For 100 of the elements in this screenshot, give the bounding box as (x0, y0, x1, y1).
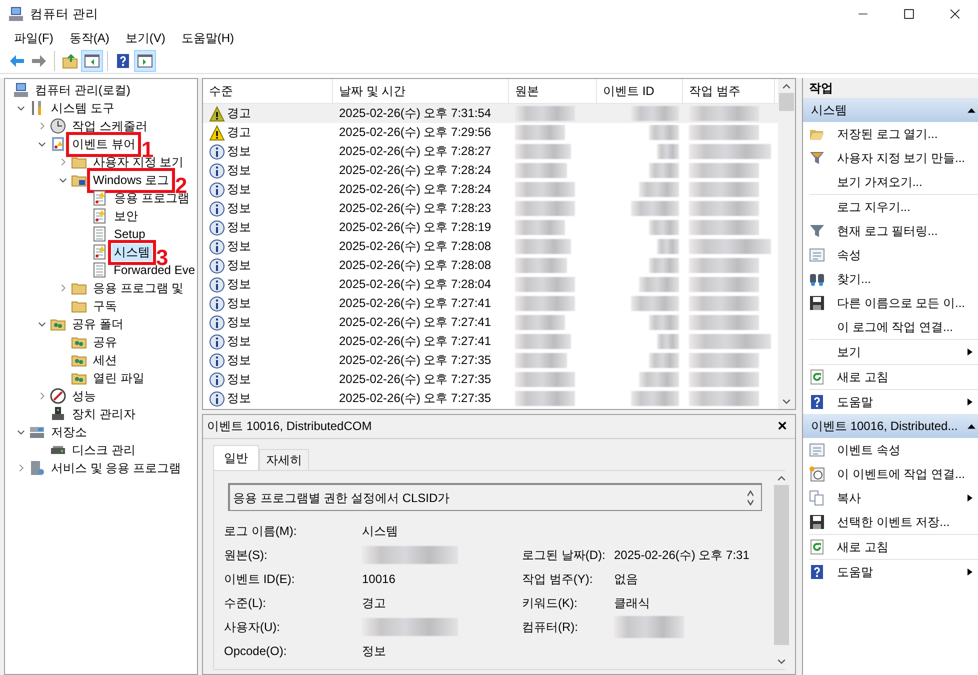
action-item[interactable]: 새로 고침 (803, 535, 978, 559)
field-label: 로그 이름(M): (224, 524, 297, 538)
tree-item[interactable]: 작업 스케줄러 (70, 118, 150, 134)
action-item[interactable]: 속성 (803, 243, 978, 267)
blurred-text (639, 277, 679, 292)
tree-item[interactable]: 공유 폴더 (70, 316, 126, 332)
action-item[interactable]: 이 이벤트에 작업 연결... (803, 462, 978, 486)
menu-item[interactable]: 파일(F) (8, 30, 60, 46)
refresh-icon (809, 369, 825, 385)
menu-item[interactable]: 동작(A) (63, 30, 116, 46)
binoculars-icon (809, 271, 825, 287)
table-cell: 정보 (227, 144, 251, 159)
column-header[interactable]: 작업 범주 (683, 79, 775, 103)
action-item[interactable]: 현재 로그 필터링... (803, 219, 978, 243)
table-cell: 정보 (227, 220, 251, 235)
action-item[interactable]: 찾기... (803, 267, 978, 291)
tree-item[interactable]: 서비스 및 응용 프로그램 (49, 460, 184, 476)
scroll-thumb[interactable] (774, 485, 789, 646)
field-label: 원본(S): (224, 548, 268, 562)
tree-item[interactable]: 공유 (91, 334, 119, 350)
description-text: 응용 프로그램별 권한 설정에서 CLSID가 (233, 490, 450, 506)
event-row[interactable]: 정보 2025-02-26(수) 오후 7:28:27 (203, 142, 778, 161)
event-row[interactable]: 정보 2025-02-26(수) 오후 7:28:08 (203, 237, 778, 256)
details-title: 이벤트 10016, DistributedCOM (207, 419, 372, 434)
tree-item[interactable]: 저장소 (49, 424, 89, 440)
tree-item[interactable]: 시스템 (112, 244, 152, 260)
help-icon (809, 564, 825, 580)
log-icon (92, 190, 108, 206)
tree-item[interactable]: 응용 프로그램 및 (91, 280, 186, 296)
spin-arrows-icon (746, 488, 755, 507)
tree-item[interactable]: 성능 (70, 388, 98, 404)
info-icon (209, 258, 225, 274)
event-row[interactable]: 정보 2025-02-26(수) 오후 7:27:41 (203, 294, 778, 313)
event-row[interactable]: 정보 2025-02-26(수) 오후 7:27:41 (203, 332, 778, 351)
section-header[interactable]: 시스템 (803, 98, 978, 122)
event-row[interactable]: 경고 2025-02-26(수) 오후 7:29:56 (203, 123, 778, 142)
action-item[interactable]: 보기 (803, 340, 978, 364)
tree-item[interactable]: 컴퓨터 관리(로컬) (33, 82, 132, 98)
event-row[interactable]: 정보 2025-02-26(수) 오후 7:28:23 (203, 199, 778, 218)
field-label: 컴퓨터(R): (522, 620, 578, 634)
funnel-icon (809, 150, 825, 166)
action-item[interactable]: 보기 가져오기... (803, 170, 978, 194)
blurred-text (515, 182, 575, 197)
event-row[interactable]: 정보 2025-02-26(수) 오후 7:28:04 (203, 275, 778, 294)
tree-item[interactable]: 세션 (91, 352, 119, 368)
column-header[interactable]: 날짜 및 시간 (333, 79, 509, 103)
toolbar-button[interactable] (134, 50, 156, 72)
field-label: 수준(L): (224, 596, 266, 610)
blurred-text (689, 277, 759, 292)
scroll-up-icon (777, 474, 786, 484)
menu-item[interactable]: 보기(V) (119, 30, 172, 46)
event-row[interactable]: 정보 2025-02-26(수) 오후 7:27:35 (203, 389, 778, 408)
action-item[interactable]: 이벤트 속성 (803, 438, 978, 462)
action-item[interactable]: 새로 고침 (803, 365, 978, 389)
action-item[interactable]: 도움말 (803, 560, 978, 584)
action-item[interactable]: 사용자 지정 보기 만들... (803, 146, 978, 170)
event-row[interactable]: 정보 2025-02-26(수) 오후 7:28:24 (203, 161, 778, 180)
action-item[interactable]: 다른 이름으로 모든 이... (803, 291, 978, 315)
description-box[interactable]: 응용 프로그램별 권한 설정에서 CLSID가 (228, 483, 762, 512)
column-header[interactable]: 원본 (509, 79, 597, 103)
tree-item[interactable]: 보안 (112, 208, 140, 224)
action-item[interactable]: 이 로그에 작업 연결... (803, 315, 978, 339)
tab[interactable]: 일반 (213, 445, 259, 472)
tree-item[interactable]: 장치 관리자 (70, 406, 138, 422)
event-row[interactable]: 정보 2025-02-26(수) 오후 7:27:35 (203, 351, 778, 370)
toolbar-button[interactable] (81, 50, 103, 72)
action-item[interactable]: 로그 지우기... (803, 195, 978, 219)
tree-item[interactable]: 디스크 관리 (70, 442, 138, 458)
event-row[interactable]: 정보 2025-02-26(수) 오후 7:28:19 (203, 218, 778, 237)
blurred-text (515, 391, 575, 406)
event-row[interactable]: 정보 2025-02-26(수) 오후 7:27:35 (203, 370, 778, 389)
blurred-text (649, 315, 679, 330)
info-icon (209, 276, 225, 292)
help-icon (809, 394, 825, 410)
tree-item[interactable]: 구독 (91, 298, 119, 314)
event-row[interactable]: 정보 2025-02-26(수) 오후 7:28:08 (203, 256, 778, 275)
close-button[interactable]: × (778, 416, 787, 436)
field-value: 없음 (614, 572, 638, 586)
event-row[interactable]: 경고 2025-02-26(수) 오후 7:31:54 (203, 104, 778, 123)
blurred-text (689, 296, 759, 311)
section-header[interactable]: 이벤트 10016, Distributed... (803, 414, 978, 438)
action-item[interactable]: 도움말 (803, 390, 978, 414)
tree-item[interactable]: 시스템 도구 (49, 100, 116, 116)
blurred-text (515, 372, 575, 387)
tree-item[interactable]: 열린 파일 (91, 370, 146, 386)
tab[interactable]: 자세히 (259, 449, 309, 470)
menu-item[interactable]: 도움말(H) (175, 30, 240, 46)
event-row[interactable]: 정보 2025-02-26(수) 오후 7:28:24 (203, 180, 778, 199)
info-icon (209, 334, 225, 350)
tree-item[interactable]: Setup (112, 226, 148, 242)
column-header[interactable]: 수준 (203, 79, 333, 103)
column-header[interactable]: 이벤트 ID (597, 79, 683, 103)
action-item[interactable]: 저장된 로그 열기... (803, 122, 978, 146)
blurred-text (515, 296, 575, 311)
action-item[interactable]: 선택한 이벤트 저장... (803, 510, 978, 534)
scrollbar[interactable] (774, 471, 789, 669)
action-item[interactable]: 복사 (803, 486, 978, 510)
scrollbar[interactable] (778, 79, 795, 409)
scroll-thumb[interactable] (779, 93, 794, 111)
event-row[interactable]: 정보 2025-02-26(수) 오후 7:27:41 (203, 313, 778, 332)
